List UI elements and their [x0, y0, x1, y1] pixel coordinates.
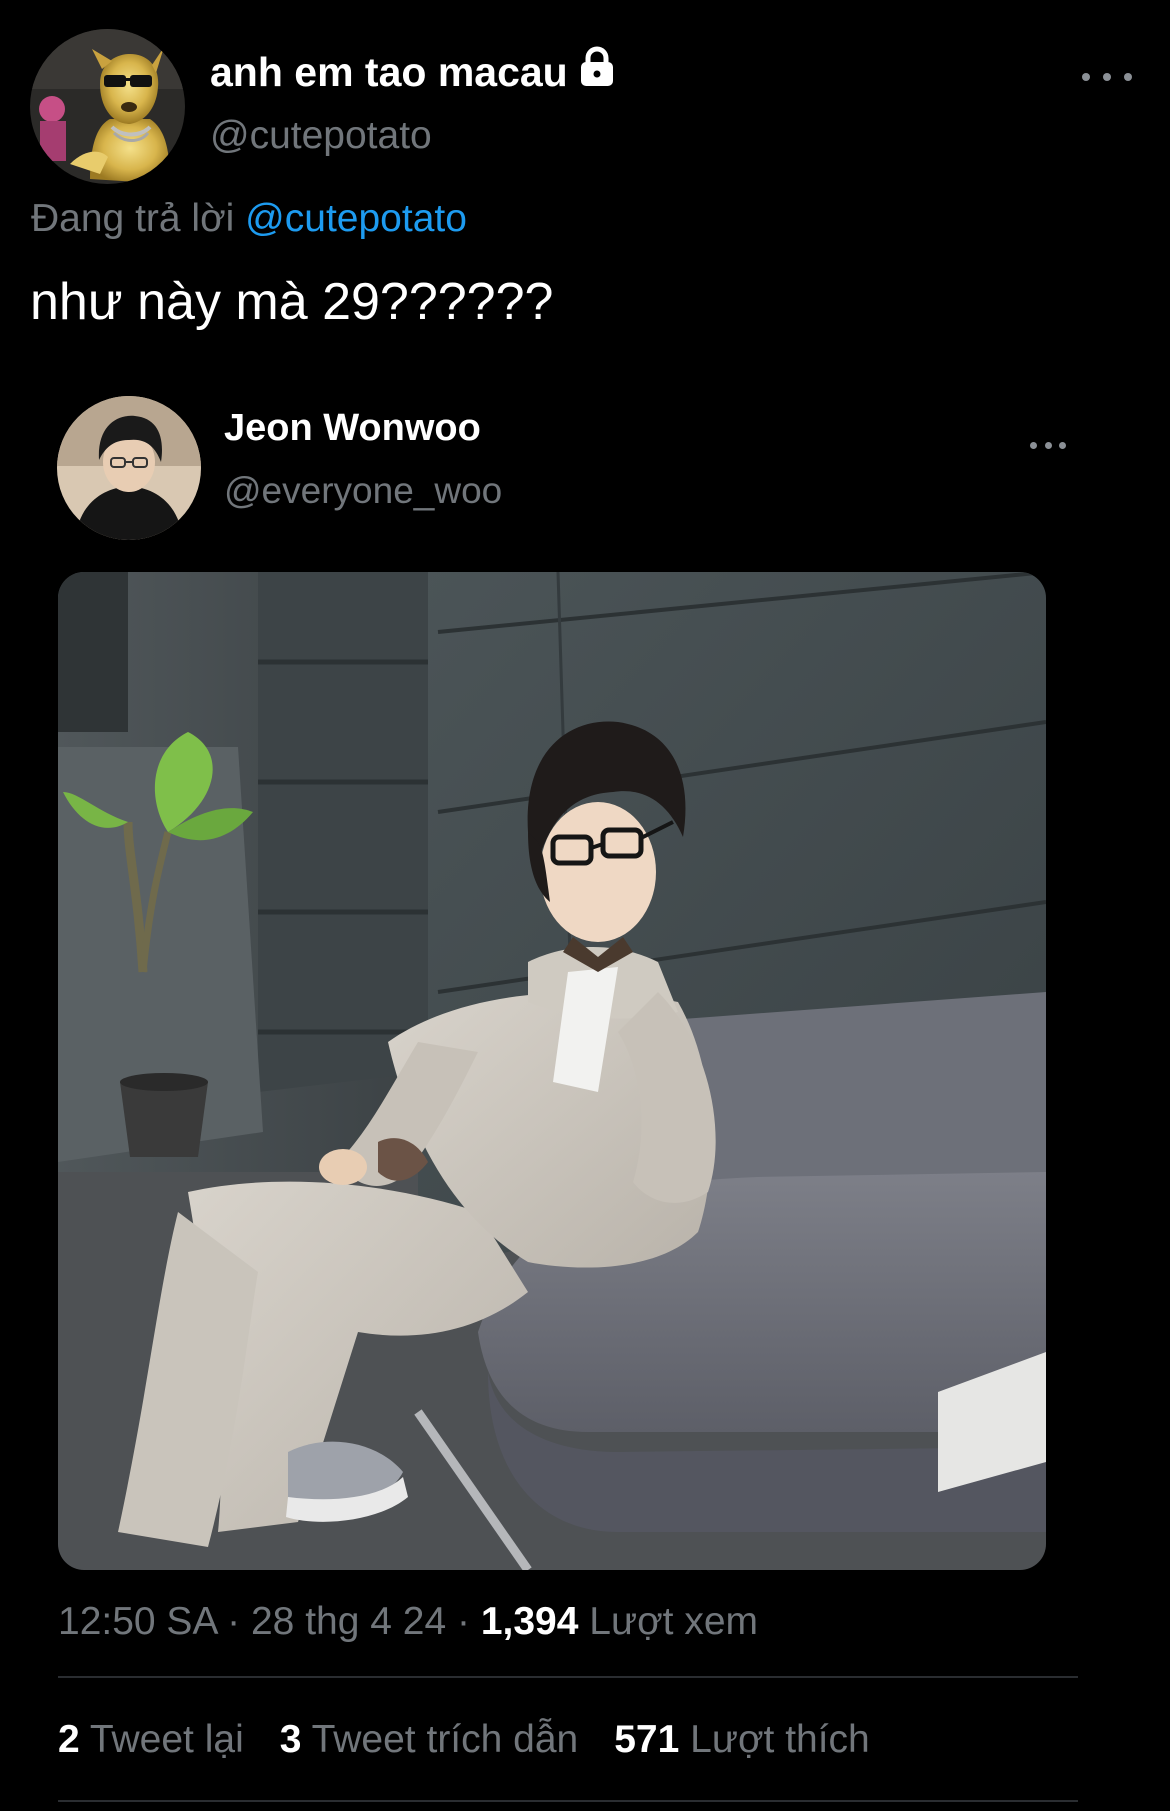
quoted-avatar[interactable] [57, 396, 201, 540]
author-name-row[interactable]: anh em tao macau [210, 46, 616, 98]
retweets-stat[interactable]: 2 Tweet lại [58, 1718, 244, 1762]
more-options-button[interactable] [1082, 62, 1132, 92]
more-dot [1044, 441, 1052, 449]
reply-prefix: Đang trả lời [31, 197, 235, 240]
quotes-label: Tweet trích dẫn [311, 1718, 579, 1761]
quoted-photo[interactable] [58, 572, 1046, 1570]
tweet-text: như này mà 29?????? [30, 273, 554, 331]
views-label: Lượt xem [589, 1600, 759, 1643]
more-dot [1082, 73, 1090, 81]
retweets-count: 2 [58, 1718, 80, 1761]
author-display-name[interactable]: anh em tao macau [210, 49, 568, 96]
quotes-count: 3 [279, 1718, 302, 1761]
more-dot [1030, 441, 1037, 449]
divider-bottom [58, 1800, 1078, 1802]
reply-to-link[interactable]: @cutepotato [245, 197, 467, 240]
tweet-time[interactable]: 12:50 SA [58, 1600, 216, 1643]
more-dot [1103, 73, 1111, 81]
more-dot [1059, 441, 1066, 449]
quoted-handle[interactable]: @everyone_woo [224, 470, 502, 512]
engagement-stats: 2 Tweet lại 3 Tweet trích dẫn 571 Lượt t… [58, 1718, 870, 1762]
author-handle[interactable]: @cutepotato [210, 114, 432, 158]
likes-stat[interactable]: 571 Lượt thích [614, 1718, 870, 1762]
likes-count: 571 [614, 1718, 680, 1761]
quoted-more-options-button[interactable] [1030, 433, 1066, 457]
tweet-meta: 12:50 SA · 28 thg 4 24 · 1,394 Lượt xem [58, 1600, 758, 1644]
views-count: 1,394 [480, 1600, 579, 1643]
lock-icon [578, 46, 616, 98]
reply-context: Đang trả lời @cutepotato [31, 197, 467, 241]
quoted-display-name[interactable]: Jeon Wonwoo [224, 407, 481, 450]
likes-label: Lượt thích [690, 1718, 870, 1761]
quotes-stat[interactable]: 3 Tweet trích dẫn [280, 1718, 578, 1762]
retweets-label: Tweet lại [89, 1718, 244, 1761]
more-dot [1124, 73, 1132, 81]
meta-separator: · [457, 1600, 481, 1643]
tweet-date[interactable]: 28 thg 4 24 [251, 1600, 446, 1643]
meta-separator: · [227, 1600, 251, 1643]
author-avatar[interactable] [30, 29, 185, 184]
divider [58, 1676, 1078, 1678]
